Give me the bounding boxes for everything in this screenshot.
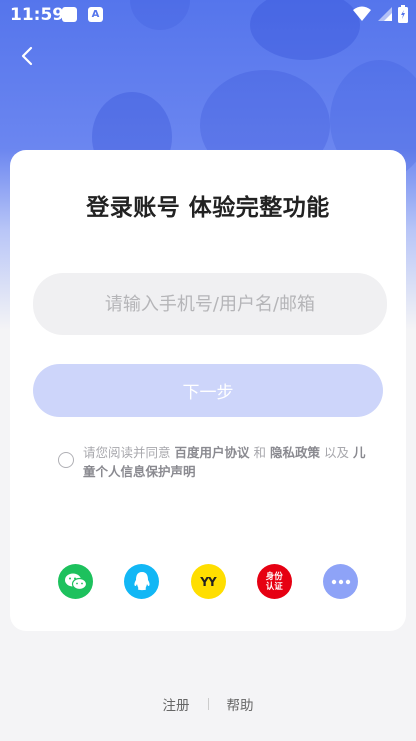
- qq-login-button[interactable]: [124, 564, 160, 599]
- agreement-text: 请您阅读并同意 百度用户协议 和 隐私政策 以及 儿童个人信息保护声明: [83, 445, 366, 479]
- notification-icon: [62, 7, 77, 22]
- wechat-icon: [64, 573, 87, 590]
- account-input[interactable]: [33, 273, 387, 335]
- qq-icon: [134, 571, 150, 590]
- more-icon: [331, 579, 350, 584]
- more-login-button[interactable]: [323, 564, 358, 599]
- user-agreement-link[interactable]: 百度用户协议: [175, 445, 250, 460]
- next-button[interactable]: 下一步: [33, 364, 383, 417]
- agreement-checkbox[interactable]: [58, 452, 74, 468]
- footer: 注册 帮助: [0, 694, 416, 714]
- status-bar: 11:59 A: [0, 0, 416, 30]
- login-card: 登录账号 体验完整功能 下一步 请您阅读并同意 百度用户协议 和 隐私政策 以及…: [10, 150, 406, 631]
- yy-icon: YY: [200, 574, 216, 589]
- app-notification-icon: A: [88, 7, 103, 22]
- wifi-icon: [353, 6, 371, 21]
- status-icons: [353, 5, 408, 23]
- battery-icon: [398, 5, 408, 23]
- help-link[interactable]: 帮助: [227, 694, 254, 714]
- page-title: 登录账号 体验完整功能: [86, 195, 330, 221]
- status-time: 11:59: [10, 5, 65, 25]
- chevron-left-icon[interactable]: [16, 44, 40, 68]
- privacy-policy-link[interactable]: 隐私政策: [270, 445, 320, 460]
- wechat-login-button[interactable]: [58, 564, 93, 599]
- register-link[interactable]: 注册: [163, 694, 190, 714]
- id-verify-login-button[interactable]: 身份 认证: [256, 564, 292, 599]
- id-verify-icon: 身份 认证: [265, 571, 283, 592]
- footer-divider: [207, 698, 209, 710]
- social-login-row: YY 身份 认证: [58, 564, 358, 600]
- yy-login-button[interactable]: YY: [190, 564, 226, 599]
- signal-icon: [378, 7, 392, 21]
